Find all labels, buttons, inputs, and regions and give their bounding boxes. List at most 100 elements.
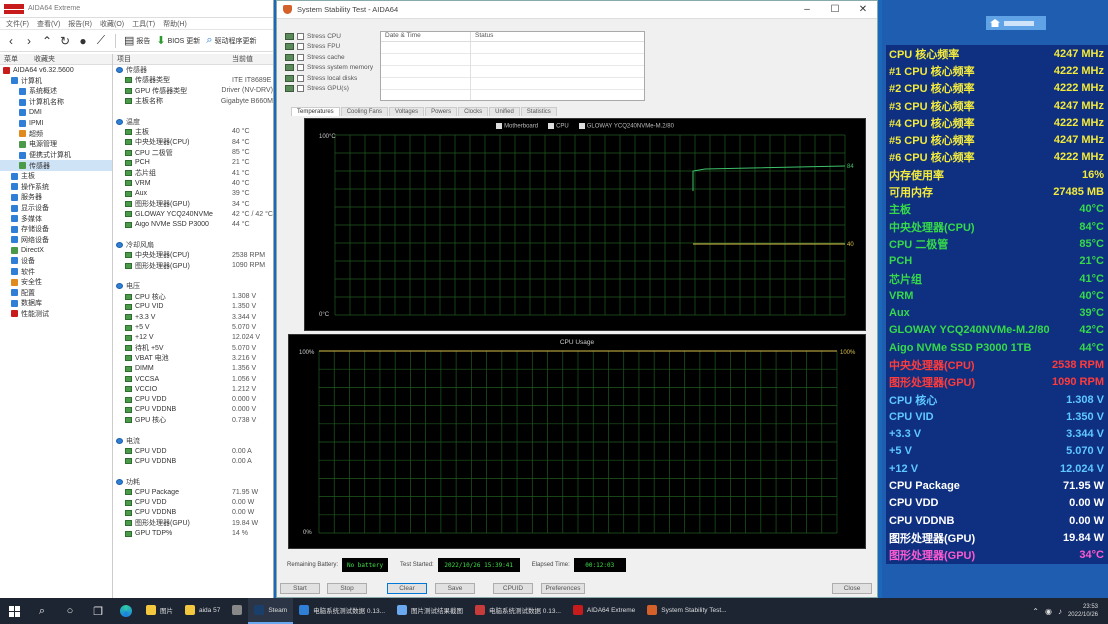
- clock[interactable]: 23:53 2022/10/26: [1068, 603, 1098, 619]
- stress-test-option[interactable]: Stress cache: [285, 52, 381, 63]
- stress-test-option[interactable]: Stress FPU: [285, 42, 381, 53]
- checkbox-icon[interactable]: [297, 64, 304, 72]
- checkbox-icon[interactable]: [297, 85, 304, 93]
- tree-item[interactable]: 主板: [0, 171, 112, 182]
- taskbar-task[interactable]: 电脑系统测试数据 0.13...: [293, 598, 391, 624]
- sensor-row[interactable]: CPU VDD 0.00 A: [113, 446, 273, 456]
- osd-badge[interactable]: [986, 16, 1046, 30]
- aida-titlebar[interactable]: AIDA64 Extreme: [0, 0, 273, 18]
- stop-button[interactable]: Stop: [327, 583, 367, 594]
- tree-item[interactable]: 系统概述: [0, 86, 112, 97]
- refresh-icon[interactable]: ↻: [59, 34, 71, 48]
- forward-icon[interactable]: ›: [23, 34, 35, 48]
- network-icon[interactable]: ◉: [1045, 607, 1052, 616]
- menu-view[interactable]: 查看(V): [37, 19, 60, 29]
- tree-tab-favorites[interactable]: 收藏夹: [30, 54, 55, 64]
- sensor-row[interactable]: 芯片组 41 °C: [113, 168, 273, 178]
- sensor-group-header[interactable]: 电压: [113, 281, 273, 291]
- user-icon[interactable]: ●: [77, 34, 89, 48]
- report-button[interactable]: ▤ 报告: [124, 34, 150, 47]
- tree-item[interactable]: 传感器: [0, 160, 112, 171]
- sensor-row[interactable]: CPU VDDNB 0.00 A: [113, 456, 273, 466]
- maximize-icon[interactable]: ☐: [821, 4, 849, 15]
- stress-test-option[interactable]: Stress system memory: [285, 63, 381, 74]
- taskbar-task[interactable]: [226, 598, 248, 624]
- tree-item[interactable]: 设备: [0, 256, 112, 267]
- taskbar-task[interactable]: AIDA64 Extreme: [567, 598, 641, 624]
- sensor-row[interactable]: CPU 核心 1.308 V: [113, 292, 273, 302]
- task-view-icon[interactable]: ❐: [84, 598, 112, 624]
- sensor-row[interactable]: CPU Package 71.95 W: [113, 487, 273, 497]
- bios-update-button[interactable]: ⬇ BIOS 更新: [156, 34, 200, 47]
- back-icon[interactable]: ‹: [5, 34, 17, 48]
- cortana-icon[interactable]: ○: [56, 598, 84, 624]
- tree-item[interactable]: 服务器: [0, 192, 112, 203]
- sensor-row[interactable]: VCCSA 1.056 V: [113, 374, 273, 384]
- save-button[interactable]: Save: [435, 583, 475, 594]
- sensor-row[interactable]: CPU VDDNB 0.000 V: [113, 405, 273, 415]
- column-value[interactable]: 当前值: [228, 54, 253, 64]
- sensor-row[interactable]: +5 V 5.070 V: [113, 322, 273, 332]
- menu-file[interactable]: 文件(F): [6, 19, 29, 29]
- menu-help[interactable]: 帮助(H): [163, 19, 187, 29]
- taskbar-task[interactable]: 图片测试结果截图: [391, 598, 469, 624]
- checkbox-icon[interactable]: [297, 53, 304, 61]
- sensor-row[interactable]: GPU 传感器类型 Driver (NV-DRV): [113, 86, 273, 96]
- chart-icon[interactable]: ⟋: [95, 33, 107, 48]
- sensor-row[interactable]: 传感器类型 ITE IT8689E: [113, 75, 273, 85]
- tree-item[interactable]: 便携式计算机: [0, 150, 112, 161]
- start-button[interactable]: [0, 598, 28, 624]
- tree-item[interactable]: 网络设备: [0, 235, 112, 246]
- stress-test-option[interactable]: Stress CPU: [285, 31, 381, 42]
- sst-titlebar[interactable]: System Stability Test - AIDA64 – ☐ ✕: [277, 1, 877, 19]
- sensor-row[interactable]: CPU VID 1.350 V: [113, 302, 273, 312]
- tree-item[interactable]: 多媒体: [0, 213, 112, 224]
- sensor-group-header[interactable]: 温度: [113, 116, 273, 126]
- clear-button[interactable]: Clear: [387, 583, 427, 594]
- edge-icon[interactable]: [112, 598, 140, 624]
- menu-report[interactable]: 报告(R): [68, 19, 92, 29]
- tree-item[interactable]: 操作系统: [0, 182, 112, 193]
- log-column-status[interactable]: Status: [471, 32, 493, 41]
- tree-item[interactable]: 性能测试: [0, 309, 112, 320]
- driver-update-button[interactable]: ⌕ 驱动程序更新: [206, 34, 256, 47]
- taskbar-task[interactable]: 图片: [140, 598, 179, 624]
- tree-item[interactable]: 超频: [0, 129, 112, 140]
- stress-test-option[interactable]: Stress GPU(s): [285, 84, 381, 95]
- tab-voltages[interactable]: Voltages: [389, 107, 425, 116]
- sensor-row[interactable]: CPU VDD 0.00 W: [113, 497, 273, 507]
- tree-item[interactable]: AIDA64 v6.32.5600: [0, 65, 112, 76]
- sensor-row[interactable]: 中央处理器(CPU) 2538 RPM: [113, 250, 273, 260]
- column-item[interactable]: 项目: [113, 54, 228, 64]
- tree-item[interactable]: 安全性: [0, 277, 112, 288]
- taskbar-task[interactable]: 电脑系统测试数据 0.13...: [469, 598, 567, 624]
- tree-item[interactable]: 存储设备: [0, 224, 112, 235]
- menu-tools[interactable]: 工具(T): [132, 19, 155, 29]
- tree-item[interactable]: DMI: [0, 107, 112, 118]
- tree-item[interactable]: 计算机名称: [0, 97, 112, 108]
- sensor-row[interactable]: VBAT 电池 3.216 V: [113, 353, 273, 363]
- tree-item[interactable]: 显示设备: [0, 203, 112, 214]
- preferences-button[interactable]: Preferences: [541, 583, 585, 594]
- start-button[interactable]: Start: [280, 583, 320, 594]
- stress-test-option[interactable]: Stress local disks: [285, 73, 381, 84]
- taskbar-task[interactable]: Steam: [248, 598, 294, 624]
- tray-chevron-icon[interactable]: ⌃: [1032, 607, 1039, 616]
- sensor-row[interactable]: +3.3 V 3.344 V: [113, 312, 273, 322]
- taskbar-task[interactable]: aida 57: [179, 598, 226, 624]
- sensor-row[interactable]: GPU TDP% 14 %: [113, 528, 273, 538]
- checkbox-icon[interactable]: [297, 32, 304, 40]
- close-button[interactable]: Close: [832, 583, 872, 594]
- tree-item[interactable]: 计算机: [0, 76, 112, 87]
- tree-item[interactable]: IPMI: [0, 118, 112, 129]
- sensor-row[interactable]: CPU 二极管 85 °C: [113, 147, 273, 157]
- sensor-row[interactable]: Aux 39 °C: [113, 189, 273, 199]
- cpuid-button[interactable]: CPUID: [493, 583, 533, 594]
- sensor-row[interactable]: 中央处理器(CPU) 84 °C: [113, 137, 273, 147]
- sensor-row[interactable]: CPU VDDNB 0.00 W: [113, 508, 273, 518]
- tree-item[interactable]: 数据库: [0, 298, 112, 309]
- sensor-group-header[interactable]: 功耗: [113, 477, 273, 487]
- tab-statistics[interactable]: Statistics: [520, 107, 557, 116]
- tree-item[interactable]: 电源管理: [0, 139, 112, 150]
- sensor-row[interactable]: 图形处理器(GPU) 1090 RPM: [113, 261, 273, 271]
